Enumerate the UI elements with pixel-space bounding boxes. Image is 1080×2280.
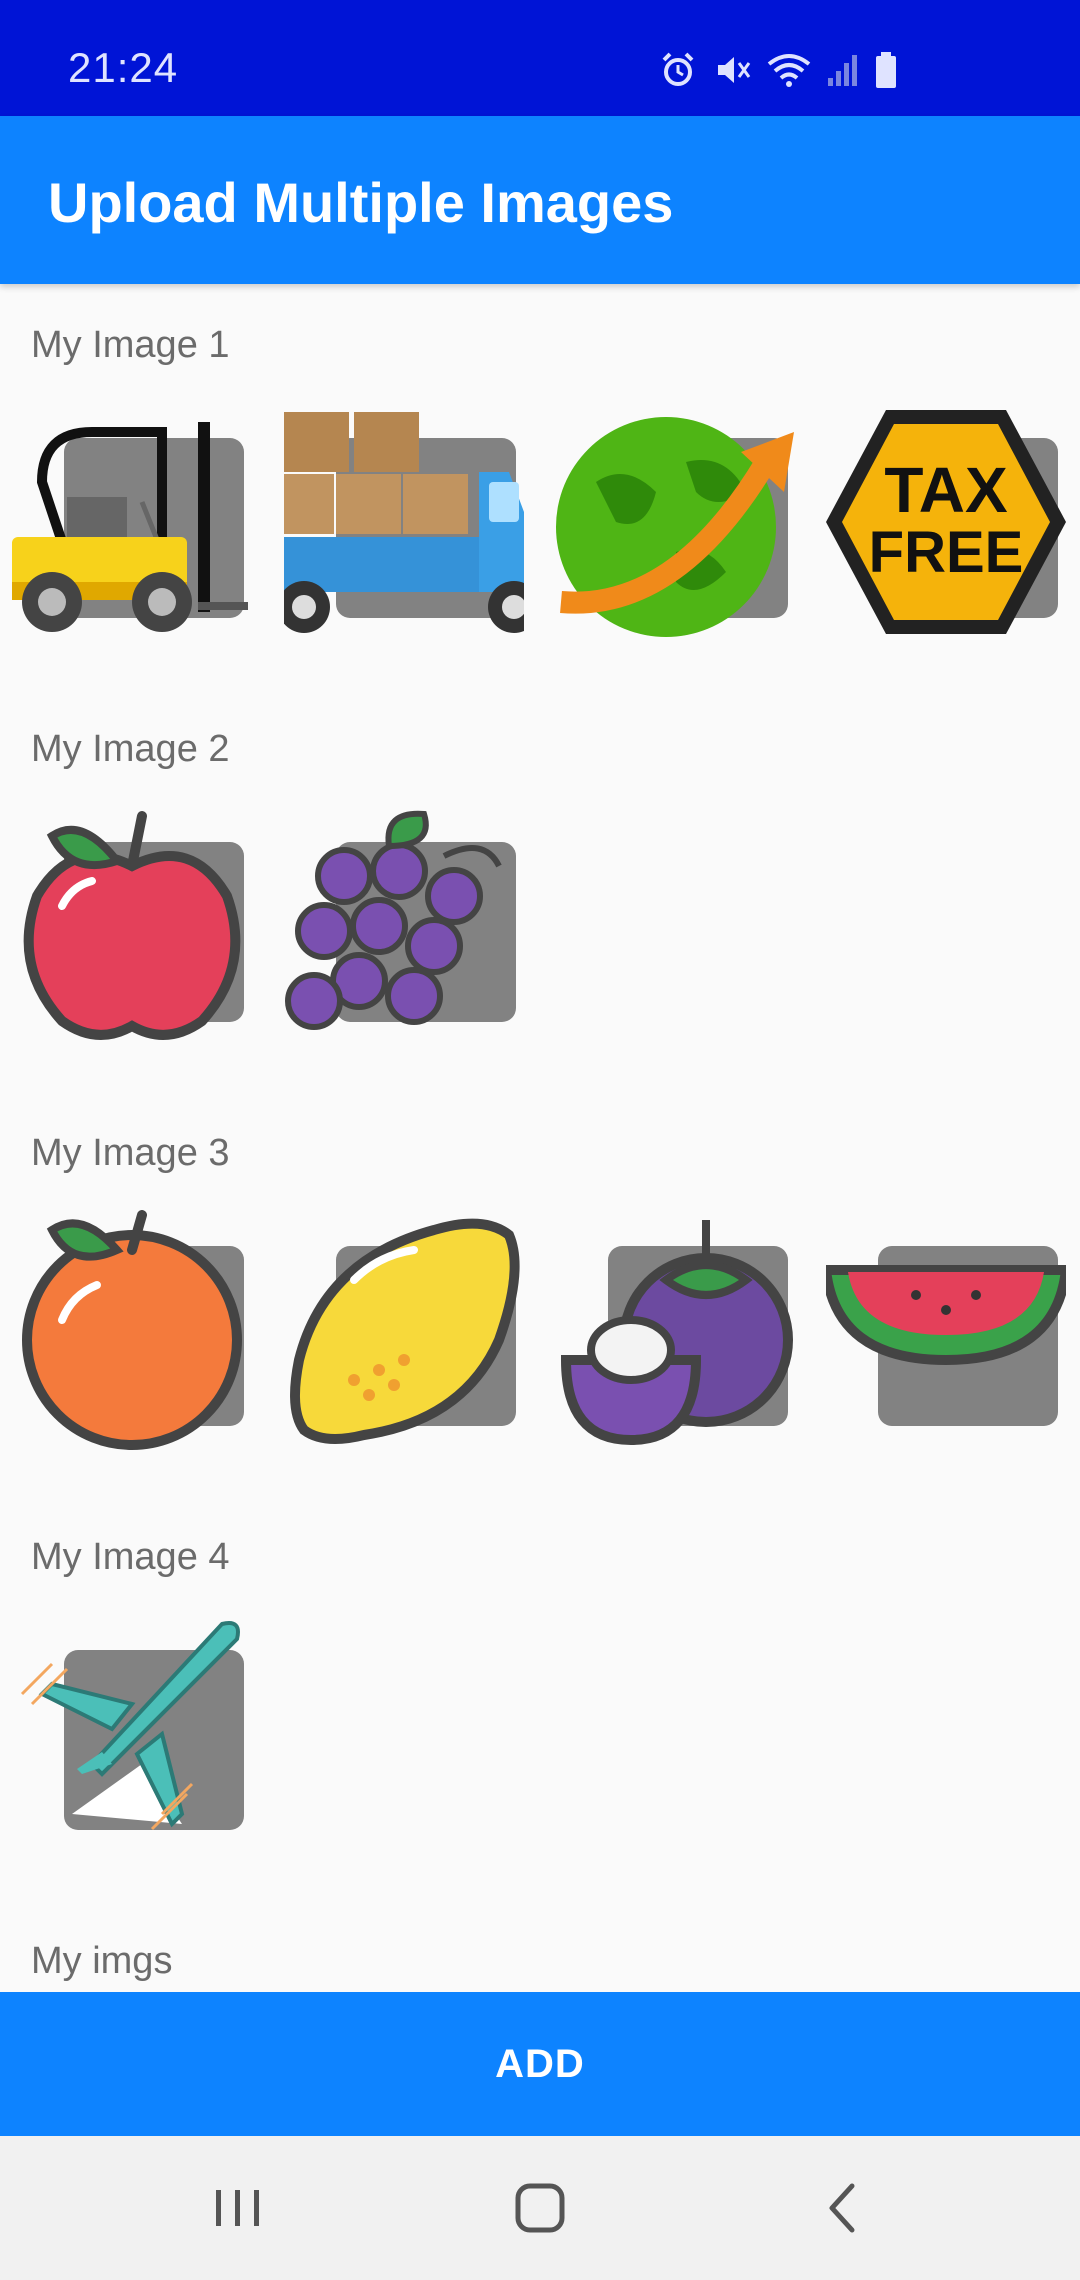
status-icons <box>658 48 898 92</box>
delivery-truck-image[interactable] <box>284 402 524 642</box>
mangosteen-image[interactable] <box>556 1210 796 1450</box>
home-button[interactable] <box>500 2168 580 2248</box>
globe-icon <box>556 417 794 637</box>
alarm-icon <box>658 50 698 90</box>
section-title: My Image 3 <box>31 1132 230 1174</box>
status-time: 21:24 <box>68 44 179 91</box>
section-title: My imgs <box>31 1940 173 1982</box>
tax-free-line-2: FREE <box>869 520 1024 585</box>
home-icon <box>515 2183 565 2233</box>
wifi-icon <box>766 50 812 90</box>
mute-icon <box>712 50 752 90</box>
app-bar: Upload Multiple Images <box>0 116 1080 284</box>
airplane-image[interactable] <box>12 1614 252 1854</box>
globe-arrow-image[interactable] <box>556 402 796 642</box>
add-button[interactable]: ADD <box>0 1992 1080 2136</box>
lemon-image[interactable] <box>284 1210 524 1450</box>
signal-icon <box>826 50 860 90</box>
apple-image[interactable] <box>12 806 252 1046</box>
section-title: My Image 4 <box>31 1536 230 1578</box>
image-sections-list[interactable]: My Image 1 TAX FREE My Image 2 My Image … <box>0 284 1080 1992</box>
recents-button[interactable] <box>198 2168 278 2248</box>
recents-icon <box>216 2190 259 2226</box>
back-button[interactable] <box>802 2168 882 2248</box>
grapes-image[interactable] <box>284 806 524 1046</box>
forklift-icon <box>12 422 248 632</box>
grapes-icon <box>285 810 502 1030</box>
section-title: My Image 2 <box>31 728 230 770</box>
tax-free-badge-icon: TAX FREE <box>826 410 1066 634</box>
orange-image[interactable] <box>12 1210 252 1450</box>
airplane-icon <box>20 1621 240 1831</box>
mangosteen-icon <box>560 1220 793 1446</box>
tax-free-line-1: TAX <box>884 454 1008 526</box>
forklift-image[interactable] <box>12 402 252 642</box>
watermelon-icon <box>826 1265 1066 1366</box>
tax-free-badge-image[interactable]: TAX FREE <box>826 402 1066 642</box>
battery-icon <box>874 50 898 90</box>
navigation-bar <box>0 2136 1080 2280</box>
lemon-icon <box>290 1218 520 1444</box>
truck-icon <box>284 412 524 633</box>
orange-icon <box>22 1210 242 1450</box>
section-title: My Image 1 <box>31 324 230 366</box>
back-icon <box>829 2183 855 2233</box>
apple-icon <box>23 811 241 1040</box>
status-bar: 21:24 <box>0 0 1080 116</box>
watermelon-image[interactable] <box>826 1210 1066 1450</box>
page-title: Upload Multiple Images <box>48 171 674 234</box>
